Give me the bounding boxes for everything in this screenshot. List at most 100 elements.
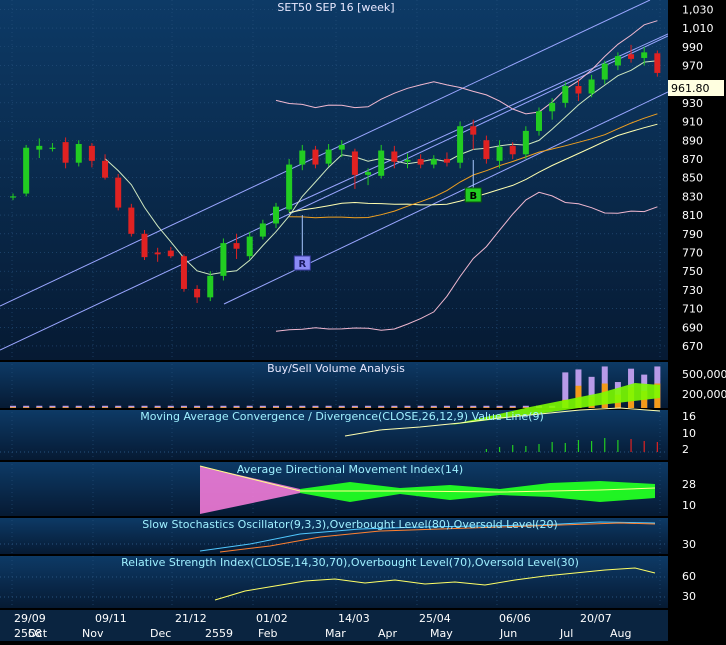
y-tick-label: 810 (682, 209, 703, 222)
volume-buy-bar (430, 407, 437, 408)
y-tick-label: 730 (682, 284, 703, 297)
macd-title: Moving Average Convergence / Divergence(… (140, 410, 544, 423)
y-tick-label: 710 (682, 303, 703, 316)
volume-buy-bar (115, 407, 122, 408)
rsi-y-label: 60 (682, 570, 696, 583)
volume-buy-bar (75, 407, 82, 408)
rsi-title: Relative Strength Index(CLOSE,14,30,70),… (121, 556, 579, 569)
x-month-label: Nov (82, 627, 104, 640)
volume-buy-bar (62, 407, 69, 408)
x-date-label: 06/06 (499, 612, 531, 625)
volume-buy-bar (180, 407, 187, 408)
candle-body (220, 243, 227, 276)
y-tick-label: 770 (682, 246, 703, 259)
volume-buy-bar (246, 407, 253, 408)
adx-y-label: 28 (682, 478, 696, 491)
candle-body (496, 146, 503, 161)
y-tick-label: 870 (682, 153, 703, 166)
candle-body (365, 172, 372, 175)
y-tick-label: 910 (682, 116, 703, 129)
volume-buy-bar (457, 407, 464, 408)
candle-body (522, 130, 529, 155)
chart-title: SET50 SEP 16 [week] (277, 1, 394, 14)
macd-y-label: 10 (682, 427, 696, 440)
candle-body (457, 126, 464, 163)
x-month-label: Dec (150, 627, 171, 640)
volume-buy-bar (128, 407, 135, 408)
y-tick-label: 1,030 (682, 3, 714, 16)
candle-body (614, 56, 621, 66)
candle-body (351, 151, 358, 175)
candle-body (536, 111, 542, 131)
candle-body (23, 147, 30, 194)
adx-title: Average Directional Movement Index(14) (237, 463, 463, 476)
candle-body (180, 256, 187, 289)
candle-body (141, 233, 148, 258)
volume-y-label: 200,000 (682, 388, 726, 401)
volume-buy-bar (233, 407, 240, 408)
volume-buy-bar (443, 407, 450, 408)
stochastic-title: Slow Stochastics Oscillator(9,3,3),Overb… (142, 518, 558, 531)
x-month-label: Jul (559, 627, 573, 640)
candle-body (115, 177, 122, 208)
x-month-label: Oct (28, 627, 48, 640)
candle-body (62, 142, 69, 163)
candle-body (259, 223, 266, 237)
volume-buy-bar (23, 407, 30, 408)
candle-body (430, 158, 437, 165)
x-month-label: May (430, 627, 453, 640)
volume-buy-bar (312, 407, 319, 408)
candle-body (391, 151, 398, 162)
y-tick-label: 990 (682, 41, 703, 54)
signal-marker-label: R (298, 259, 306, 270)
volume-buy-bar (417, 407, 424, 408)
candle-body (299, 150, 306, 165)
x-month-label: Feb (258, 627, 277, 640)
candle-body (483, 140, 490, 159)
volume-buy-bar (49, 407, 56, 408)
volume-buy-bar (325, 407, 332, 408)
x-month-label: Jun (499, 627, 517, 640)
candle-body (575, 86, 582, 94)
y-tick-label: 930 (682, 97, 703, 110)
volume-buy-bar (470, 407, 477, 408)
macd-y-label: 16 (682, 410, 696, 423)
volume-buy-bar (509, 407, 516, 408)
x-date-label: 21/12 (175, 612, 207, 625)
volume-buy-bar (496, 407, 503, 408)
y-tick-label: 790 (682, 228, 703, 241)
volume-buy-bar (351, 407, 358, 408)
volume-buy-bar (36, 407, 43, 408)
candle-body (167, 250, 174, 257)
volume-buy-bar (365, 407, 372, 408)
x-month-label: Apr (378, 627, 398, 640)
y-tick-label: 970 (682, 59, 703, 72)
candle-body (509, 145, 516, 155)
stock-chart[interactable]: RB 1,0301,010990970950930910890870850830… (0, 0, 726, 641)
x-date-label: 09/11 (95, 612, 127, 625)
volume-buy-bar (299, 407, 306, 408)
volume-buy-bar (167, 407, 174, 408)
adx-y-label: 10 (682, 499, 696, 512)
candle-body (273, 206, 279, 224)
candle-body (628, 54, 635, 59)
candle-body (154, 252, 161, 255)
candle-body (378, 150, 385, 176)
candle-body (75, 144, 82, 163)
candle-body (588, 79, 595, 94)
candle-body (470, 126, 477, 135)
candle-body (562, 86, 569, 103)
volume-buy-bar (102, 407, 109, 408)
candle-body (338, 144, 345, 150)
x-month-label: 2559 (205, 627, 233, 640)
candle-body (246, 236, 253, 257)
x-date-label: 25/04 (419, 612, 451, 625)
candle-body (207, 275, 214, 298)
volume-buy-bar (391, 407, 398, 408)
x-date-label: 29/09 (14, 612, 46, 625)
volume-buy-bar (338, 407, 345, 408)
candle-body (404, 159, 411, 162)
x-date-label: 14/03 (338, 612, 370, 625)
chart-window: RB 1,0301,010990970950930910890870850830… (0, 0, 726, 641)
x-date-label: 01/02 (256, 612, 288, 625)
